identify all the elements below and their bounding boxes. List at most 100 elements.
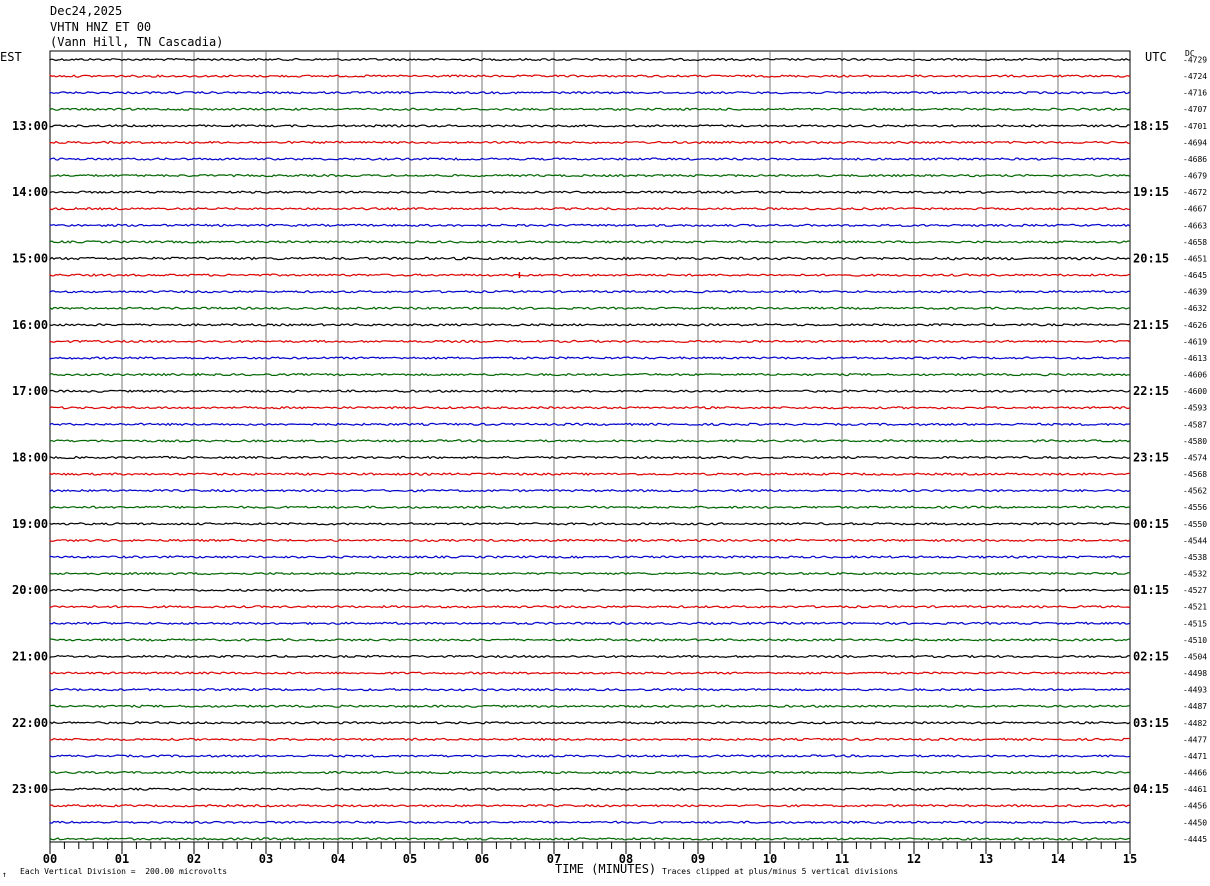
trace-row-19 [49, 372, 1131, 377]
trace-row-21 [49, 406, 1131, 410]
right-hour-label: 00:15 [1133, 517, 1169, 531]
trace-row-23 [49, 439, 1131, 443]
trace-row-35 [49, 638, 1131, 642]
left-hour-label: 16:00 [12, 318, 48, 332]
dc-offset-label: -4632 [1183, 304, 1207, 313]
trace-row-28 [49, 522, 1131, 526]
dc-offset-label: -4487 [1183, 702, 1207, 711]
dc-offset-label: -4521 [1183, 603, 1207, 612]
trace-row-17 [49, 339, 1131, 344]
trace-row-40 [49, 720, 1131, 725]
dc-offset-label: -4466 [1183, 769, 1207, 778]
corner-mark: ↑ [2, 870, 7, 879]
dc-offset-label: -4672 [1183, 188, 1207, 197]
dc-offset-label: -4532 [1183, 570, 1207, 579]
dc-offset-label: -4445 [1183, 835, 1207, 844]
dc-offset-label: -4729 [1183, 56, 1207, 65]
left-hour-label: 14:00 [12, 185, 48, 199]
trace-row-15 [49, 306, 1131, 310]
dc-offset-label: -4707 [1183, 105, 1207, 114]
dc-offset-label: -4461 [1183, 785, 1207, 794]
trace-row-3 [49, 107, 1131, 111]
trace-row-12 [49, 256, 1131, 261]
dc-offset-label: -4667 [1183, 205, 1207, 214]
scale-note: Each Vertical Division = 200.00 microvol… [20, 867, 228, 876]
trace-row-25 [49, 472, 1131, 476]
trace-row-10 [49, 223, 1131, 228]
x-tick-label: 14 [1051, 852, 1065, 866]
trace-row-5 [49, 140, 1131, 145]
trace-row-6 [49, 157, 1131, 161]
left-hour-label: 13:00 [12, 119, 48, 133]
dc-offset-label: -4686 [1183, 155, 1207, 164]
dc-offset-label: -4619 [1183, 337, 1207, 346]
left-hour-label: 21:00 [12, 649, 48, 663]
x-tick-label: 11 [835, 852, 849, 866]
x-tick-label: 15 [1123, 852, 1137, 866]
trace-row-31 [49, 571, 1131, 576]
trace-row-47 [49, 837, 1131, 841]
trace-row-42 [49, 754, 1131, 758]
trace-row-39 [49, 704, 1131, 708]
trace-row-26 [49, 488, 1131, 493]
dc-offset-label: -4498 [1183, 669, 1207, 678]
x-tick-label: 10 [763, 852, 777, 866]
right-hour-label: 22:15 [1133, 384, 1169, 398]
trace-row-9 [49, 206, 1130, 211]
dc-offset-label: -4482 [1183, 719, 1207, 728]
trace-row-16 [49, 323, 1131, 327]
dc-offset-label: -4658 [1183, 238, 1207, 247]
right-hour-label: 18:15 [1133, 119, 1169, 133]
dc-offset-label: -4651 [1183, 254, 1207, 263]
dc-offset-label: -4493 [1183, 686, 1207, 695]
x-tick-label: 12 [907, 852, 921, 866]
trace-row-18 [49, 356, 1131, 360]
x-tick-label: 06 [475, 852, 489, 866]
dc-offset-label: -4639 [1183, 288, 1207, 297]
trace-row-8 [49, 190, 1131, 195]
left-hour-label: 15:00 [12, 251, 48, 265]
dc-offset-label: -4606 [1183, 371, 1207, 380]
trace-row-34 [49, 621, 1131, 626]
right-hour-label: 20:15 [1133, 251, 1169, 265]
dc-offset-label: -4626 [1183, 321, 1207, 330]
trace-row-43 [49, 770, 1131, 775]
trace-row-37 [49, 671, 1131, 675]
trace-row-33 [49, 604, 1131, 609]
dc-offset-label: -4716 [1183, 89, 1207, 98]
dc-offset-label: -4694 [1183, 138, 1207, 147]
trace-row-0 [49, 57, 1131, 62]
dc-offset-label: -4701 [1183, 122, 1207, 131]
trace-row-2 [49, 90, 1131, 95]
x-tick-label: 05 [403, 852, 417, 866]
trace-row-20 [49, 389, 1131, 393]
right-hour-label: 23:15 [1133, 450, 1169, 464]
dc-offset-label: -4663 [1183, 221, 1207, 230]
right-hour-label: 02:15 [1133, 649, 1169, 663]
right-hour-label: 03:15 [1133, 716, 1169, 730]
trace-row-38 [49, 687, 1131, 692]
x-tick-label: 03 [259, 852, 273, 866]
trace-row-45 [49, 803, 1131, 808]
left-hour-label: 19:00 [12, 517, 48, 531]
trace-row-11 [49, 240, 1131, 244]
trace-row-4 [49, 124, 1131, 128]
trace-row-44 [49, 787, 1131, 791]
trace-row-41 [49, 737, 1130, 742]
x-tick-label: 13 [979, 852, 993, 866]
x-axis-title: TIME (MINUTES) [555, 862, 657, 876]
dc-offset-label: -4645 [1183, 271, 1207, 280]
dc-offset-label: -4510 [1183, 636, 1207, 645]
right-hour-label: 01:15 [1133, 583, 1169, 597]
trace-row-13 [49, 273, 1131, 277]
dc-offset-label: -4456 [1183, 802, 1207, 811]
dc-offset-label: -4477 [1183, 735, 1207, 744]
dc-offset-label: -4515 [1183, 619, 1207, 628]
trace-row-7 [49, 173, 1131, 178]
trace-row-14 [49, 289, 1131, 294]
left-hour-label: 22:00 [12, 716, 48, 730]
dc-offset-label: -4527 [1183, 586, 1207, 595]
dc-offset-label: -4580 [1183, 437, 1207, 446]
dc-offset-label: -4574 [1183, 453, 1207, 462]
x-tick-label: 09 [691, 852, 705, 866]
